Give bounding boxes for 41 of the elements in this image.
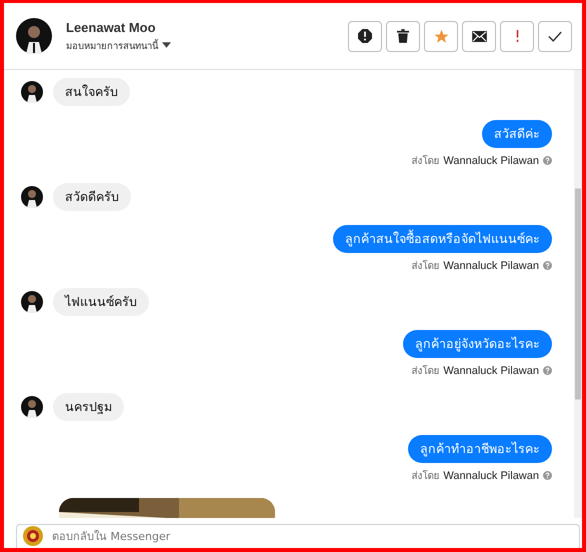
- reply-field[interactable]: ตอบกลับใน Messenger: [16, 524, 580, 548]
- avatar: [16, 18, 52, 54]
- caret-icon: [162, 42, 171, 48]
- check-icon: [548, 30, 562, 42]
- sender-name: Wannaluck Pilawan: [443, 260, 539, 272]
- message-bubble: สวัสดีค่ะ: [482, 120, 552, 148]
- sent-by-label: ส่งโดย: [411, 259, 440, 273]
- help-icon[interactable]: [543, 261, 552, 270]
- star-icon: [434, 28, 448, 44]
- message-bubble: สนใจครับ: [53, 78, 130, 106]
- assign-dropdown[interactable]: มอบหมายการสนทนานี้: [66, 38, 171, 52]
- contact-name: Leenawat Moo: [66, 20, 157, 34]
- message-bubble: ลูกค้าทำอาชีพอะไรคะ: [408, 435, 552, 463]
- message-bubble: ลูกค้าสนใจซื้อสดหรือจัดไฟแนนซ์คะ: [333, 225, 552, 253]
- sender-name: Wannaluck Pilawan: [443, 154, 539, 166]
- avatar: [21, 81, 43, 103]
- message-bubble: ลูกค้าอยู่จังหวัดอะไรคะ: [403, 330, 552, 358]
- message-bubble: สวัดดีครับ: [53, 183, 131, 211]
- sender-name: Wannaluck Pilawan: [443, 364, 539, 376]
- mail-button[interactable]: [462, 20, 496, 52]
- envelope-icon: [472, 30, 486, 42]
- avatar: [21, 186, 43, 208]
- emblem-icon: [23, 526, 43, 546]
- message-bubble: ไฟแนนซ์ครับ: [53, 288, 149, 316]
- sender-name: Wannaluck Pilawan: [443, 470, 539, 482]
- help-icon[interactable]: [543, 366, 552, 375]
- avatar: [21, 291, 43, 313]
- report-button[interactable]: [348, 20, 382, 52]
- message-bubble: นครปฐม: [53, 393, 124, 421]
- delete-button[interactable]: [386, 20, 420, 52]
- star-button[interactable]: [424, 20, 458, 52]
- exclamation-icon: [516, 29, 518, 43]
- sent-by-label: ส่งโดย: [411, 469, 440, 483]
- avatar: [21, 396, 43, 418]
- help-icon[interactable]: [543, 471, 552, 480]
- done-button[interactable]: [538, 20, 572, 52]
- sent-by-label: ส่งโดย: [411, 364, 440, 378]
- trash-icon: [397, 29, 409, 43]
- alert-icon: [358, 29, 372, 43]
- sent-by-label: ส่งโดย: [411, 154, 440, 168]
- help-icon[interactable]: [543, 156, 552, 165]
